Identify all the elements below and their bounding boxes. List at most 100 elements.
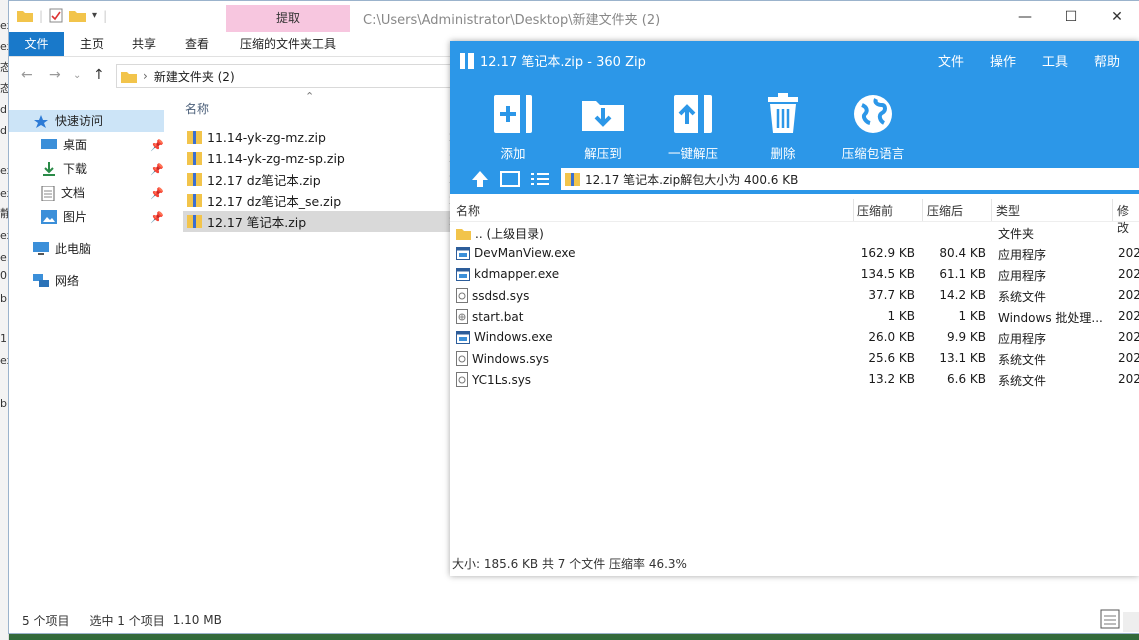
folder-icon[interactable] [17, 9, 33, 22]
file-row[interactable]: 11.14-yk-zg-mz-sp.zip [183, 148, 452, 169]
zip-row[interactable]: Windows.exe 26.0 KB 9.9 KB 应用程序 202 [450, 327, 1139, 348]
tab-compressed-folder-tools[interactable]: 压缩的文件夹工具 [226, 32, 350, 56]
zip-address-text: 12.17 笔记本.zip解包大小为 400.6 KB [585, 172, 799, 187]
zip-row[interactable]: start.bat 1 KB 1 KB Windows 批处理... 202 [450, 306, 1139, 327]
zip-row-name: Windows.exe [456, 330, 553, 344]
add-button[interactable]: 添加 [468, 91, 558, 162]
download-icon [43, 162, 55, 176]
extract-to-button[interactable]: 解压到 [558, 91, 648, 162]
zip-app-icon [460, 52, 474, 69]
status-selected: 选中 1 个项目 [89, 613, 165, 628]
nav-desktop[interactable]: 桌面 [9, 134, 87, 156]
zip-row-name: YC1Ls.sys [456, 372, 531, 387]
zip-row-name: kdmapper.exe [456, 267, 559, 281]
column-after[interactable]: 压缩后 [927, 202, 963, 219]
zip-row[interactable]: ssdsd.sys 37.7 KB 14.2 KB 系统文件 202 [450, 285, 1139, 306]
zip-row[interactable]: DevManView.exe 162.9 KB 80.4 KB 应用程序 202 [450, 243, 1139, 264]
zip-menu-help[interactable]: 帮助 [1094, 51, 1120, 70]
zip-row-type: 系统文件 [998, 374, 1047, 388]
tool-label: 一键解压 [667, 146, 718, 161]
pin-icon[interactable]: 📌 [150, 187, 164, 200]
tray-edge-icon[interactable] [1123, 612, 1139, 632]
context-tab-extract[interactable]: 提取 [226, 5, 350, 32]
column-separator[interactable] [1112, 199, 1113, 221]
one-click-extract-button[interactable]: 一键解压 [648, 91, 738, 162]
zip-row[interactable]: YC1Ls.sys 13.2 KB 6.6 KB 系统文件 202 [450, 369, 1139, 390]
zip-row-before: 1 KB [887, 309, 915, 323]
desktop-label: d [0, 103, 7, 116]
thumbnail-view-icon[interactable] [499, 168, 521, 190]
separator: | [39, 8, 44, 23]
zip-row-after: 14.2 KB [939, 288, 986, 302]
tool-label: 压缩包语言 [841, 146, 905, 161]
file-row[interactable]: 12.17 dz笔记本_se.zip [183, 190, 452, 211]
back-arrow-icon[interactable]: ← [21, 67, 33, 83]
nav-network[interactable]: 网络 [9, 270, 79, 292]
archive-language-button[interactable]: 压缩包语言 [828, 91, 918, 162]
pin-icon[interactable]: 📌 [150, 211, 164, 224]
file-row[interactable]: 11.14-yk-zg-mz.zip [183, 127, 452, 148]
zip-menu-operate[interactable]: 操作 [990, 51, 1016, 70]
zip-row-before: 13.2 KB [868, 372, 915, 386]
nav-quick-access[interactable]: 快速访问 [9, 110, 164, 132]
zip-menu-file[interactable]: 文件 [938, 51, 964, 70]
file-name: 12.17 dz笔记本.zip [207, 173, 321, 188]
column-separator[interactable] [991, 199, 992, 221]
zip-row-after: 6.6 KB [947, 372, 986, 386]
zip-menu-tools[interactable]: 工具 [1042, 51, 1068, 70]
zip-row[interactable]: .. (上级目录) 文件夹 [450, 222, 1139, 243]
tab-file[interactable]: 文件 [9, 32, 64, 56]
separator: | [103, 8, 108, 23]
sys-file-icon [456, 288, 468, 303]
zip-row[interactable]: kdmapper.exe 134.5 KB 61.1 KB 应用程序 202 [450, 264, 1139, 285]
zip-row-before: 134.5 KB [860, 267, 915, 281]
tool-label: 解压到 [584, 146, 622, 161]
quick-access-toolbar: | ▾ | [17, 8, 107, 23]
file-name: YC1Ls.sys [472, 372, 532, 387]
window-title: C:\Users\Administrator\Desktop\新建文件夹 (2) [363, 13, 661, 28]
file-row-selected[interactable]: 12.17 笔记本.zip [183, 211, 452, 232]
column-before[interactable]: 压缩前 [857, 202, 893, 219]
nav-downloads[interactable]: 下载 [9, 158, 87, 180]
up-level-icon[interactable] [469, 168, 491, 190]
column-separator[interactable] [853, 199, 854, 221]
zip-row-after: 1 KB [958, 309, 986, 323]
recent-dropdown-icon[interactable]: ⌄ [73, 70, 81, 81]
file-name: DevManView.exe [474, 246, 576, 260]
delete-button[interactable]: 删除 [738, 91, 828, 162]
explorer-titlebar: | ▾ | 提取 C:\Users\Administrator\Desktop\… [9, 1, 1139, 32]
nav-this-pc[interactable]: 此电脑 [9, 238, 91, 260]
pin-icon[interactable]: 📌 [150, 163, 164, 176]
notes-icon[interactable] [1100, 609, 1120, 629]
properties-icon[interactable] [49, 8, 63, 23]
navigation-pane: 快速访问 桌面 📌 下载 📌 文档 📌 图片 📌 此电脑 网络 [9, 93, 174, 598]
status-bar: 5 个项目 选中 1 个项目 1.10 MB [9, 607, 1139, 633]
new-folder-icon[interactable] [69, 9, 87, 22]
tab-home[interactable]: 主页 [67, 32, 117, 56]
list-view-icon[interactable] [529, 168, 551, 190]
nav-pictures[interactable]: 图片 [9, 206, 87, 228]
column-header-name[interactable]: 名称 [185, 100, 209, 117]
file-row[interactable]: 12.17 dz笔记本.zip [183, 169, 452, 190]
column-separator[interactable] [922, 199, 923, 221]
column-name[interactable]: 名称 [456, 202, 480, 219]
zip-file-icon [187, 131, 202, 144]
column-type[interactable]: 类型 [996, 202, 1020, 219]
zip-row-type: Windows 批处理... [998, 311, 1103, 325]
maximize-button[interactable]: ☐ [1048, 1, 1094, 32]
minimize-button[interactable]: — [1002, 1, 1048, 32]
close-button[interactable]: ✕ [1094, 1, 1139, 32]
nav-documents[interactable]: 文档 [9, 182, 85, 204]
up-arrow-icon[interactable]: ↑ [93, 67, 105, 83]
zip-row-name: start.bat [456, 309, 523, 324]
zip-row[interactable]: Windows.sys 25.6 KB 13.1 KB 系统文件 202 [450, 348, 1139, 369]
zip-row-name: DevManView.exe [456, 246, 576, 260]
tab-share[interactable]: 共享 [119, 32, 169, 56]
zip-row-modified: 202 [1118, 309, 1139, 323]
zip-address-bar[interactable]: 12.17 笔记本.zip解包大小为 400.6 KB [561, 168, 1139, 190]
forward-arrow-icon[interactable]: → [49, 67, 61, 83]
pin-icon[interactable]: 📌 [150, 139, 164, 152]
address-bar[interactable]: › 新建文件夹 (2) [116, 64, 462, 88]
qat-dropdown-icon[interactable]: ▾ [92, 10, 97, 21]
tab-view[interactable]: 查看 [172, 32, 222, 56]
